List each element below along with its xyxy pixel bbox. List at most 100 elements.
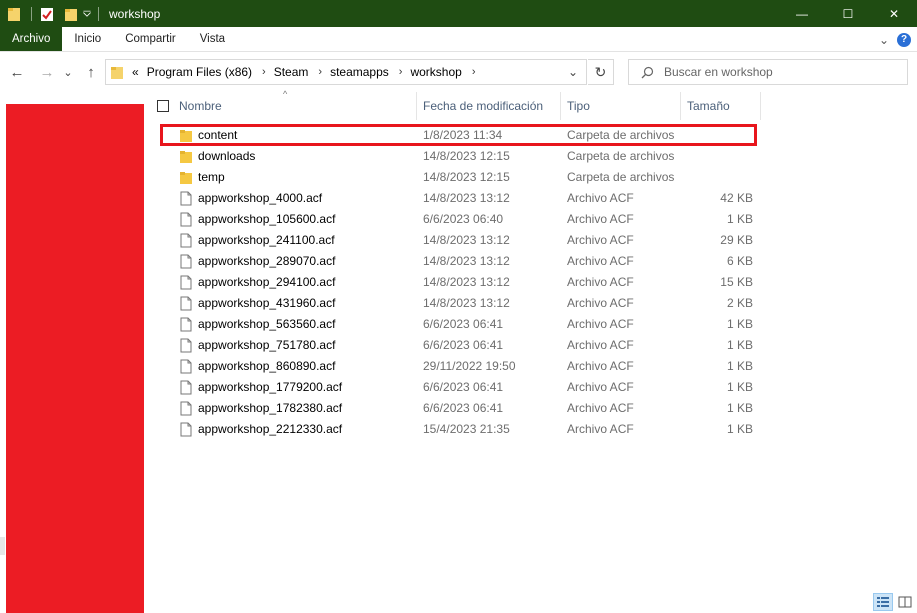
- customize-toolbar-dropdown-icon[interactable]: [82, 6, 92, 22]
- file-row[interactable]: appworkshop_563560.acf 6/6/2023 06:41 Arch…: [150, 314, 917, 335]
- back-button[interactable]: ←: [8, 62, 26, 82]
- address-dropdown-icon[interactable]: ⌄: [568, 65, 578, 79]
- up-arrow-icon: ↑: [87, 63, 95, 81]
- chevron-right-icon[interactable]: ›: [318, 66, 322, 78]
- file-date: 14/8/2023 13:12: [423, 233, 510, 247]
- refresh-button[interactable]: ↻: [588, 59, 614, 85]
- search-input[interactable]: [664, 65, 884, 79]
- file-size: 15 KB: [720, 275, 753, 289]
- column-header-date[interactable]: Fecha de modificación: [417, 92, 560, 120]
- forward-button[interactable]: →: [38, 62, 56, 82]
- file-size: 42 KB: [720, 191, 753, 205]
- breadcrumb-item[interactable]: steamapps ›: [330, 65, 402, 79]
- up-button[interactable]: ↑: [82, 62, 100, 82]
- ribbon-controls: ⌄ ?: [879, 27, 911, 52]
- breadcrumb-item[interactable]: Program Files (x86) ›: [147, 65, 266, 79]
- file-size: 29 KB: [720, 233, 753, 247]
- file-row[interactable]: appworkshop_751780.acf 6/6/2023 06:41 Arch…: [150, 335, 917, 356]
- breadcrumb-overflow[interactable]: «: [132, 65, 139, 79]
- details-view-button[interactable]: [873, 593, 893, 611]
- file-date: 29/11/2022 19:50: [423, 359, 516, 373]
- file-row[interactable]: appworkshop_2212330.acf 15/4/2023 21:35 Ar…: [150, 419, 917, 440]
- file-type: Archivo ACF: [567, 212, 634, 226]
- column-divider[interactable]: [760, 92, 761, 120]
- file-type: Archivo ACF: [567, 422, 634, 436]
- navigation-pane[interactable]: [0, 92, 150, 613]
- file-row[interactable]: appworkshop_241100.acf 14/8/2023 13:12 Arc…: [150, 230, 917, 251]
- column-header-row: ^ Nombre Fecha de modificación Tipo Tama…: [150, 89, 917, 120]
- address-bar[interactable]: « Program Files (x86) › Steam › steamapps ›…: [105, 59, 587, 85]
- file-type: Archivo ACF: [567, 233, 634, 247]
- redacted-region: [6, 104, 144, 613]
- folder-icon[interactable]: [7, 6, 21, 22]
- file-name: appworkshop_294100.acf: [198, 275, 336, 289]
- breadcrumb-label: steamapps: [330, 65, 389, 79]
- help-icon[interactable]: ?: [897, 32, 911, 47]
- back-arrow-icon: ←: [9, 63, 25, 81]
- file-name: content: [198, 128, 238, 142]
- file-type: Archivo ACF: [567, 254, 634, 268]
- file-row[interactable]: appworkshop_1779200.acf 6/6/2023 06:41 Arc…: [150, 377, 917, 398]
- breadcrumb-item[interactable]: Steam ›: [274, 65, 322, 79]
- window-controls: — ☐ ✕: [779, 0, 917, 27]
- file-icon: [180, 191, 192, 206]
- tab-compartir[interactable]: Compartir: [113, 27, 187, 51]
- file-type: Carpeta de archivos: [567, 149, 675, 163]
- file-type: Archivo ACF: [567, 359, 634, 373]
- new-folder-icon[interactable]: [64, 6, 78, 22]
- tab-archivo[interactable]: Archivo: [0, 27, 63, 51]
- file-type: Carpeta de archivos: [567, 170, 675, 184]
- close-button[interactable]: ✕: [871, 0, 917, 27]
- expand-ribbon-icon[interactable]: ⌄: [879, 33, 889, 47]
- window-title: workshop: [109, 6, 161, 21]
- column-header-name[interactable]: Nombre: [173, 92, 416, 120]
- file-row[interactable]: appworkshop_4000.acf 14/8/2023 13:12 Archi…: [150, 188, 917, 209]
- file-name: appworkshop_1779200.acf: [198, 380, 343, 394]
- file-row[interactable]: appworkshop_1782380.acf 6/6/2023 06:41 Arc…: [150, 398, 917, 419]
- file-date: 15/4/2023 21:35: [423, 422, 510, 436]
- select-all-checkbox[interactable]: [157, 100, 169, 112]
- properties-icon[interactable]: [40, 6, 54, 22]
- file-row[interactable]: temp 14/8/2023 12:15 Carpeta de archivos: [150, 167, 917, 188]
- chevron-right-icon[interactable]: ›: [262, 66, 266, 78]
- file-size: 1 KB: [726, 317, 753, 331]
- chevron-right-icon[interactable]: ›: [472, 66, 476, 78]
- folder-icon: [111, 66, 123, 79]
- title-bar: workshop — ☐ ✕: [0, 0, 917, 27]
- file-row[interactable]: appworkshop_431960.acf 14/8/2023 13:12 Arc…: [150, 293, 917, 314]
- file-row[interactable]: content 1/8/2023 11:34 Carpeta de archivos: [150, 125, 917, 146]
- file-list[interactable]: ^ Nombre Fecha de modificación Tipo Tama…: [150, 89, 917, 613]
- file-row[interactable]: downloads 14/8/2023 12:15 Carpeta de archi…: [150, 146, 917, 167]
- minimize-button[interactable]: —: [779, 0, 825, 27]
- file-type: Archivo ACF: [567, 338, 634, 352]
- recent-locations-button[interactable]: ⌄: [62, 62, 74, 82]
- file-size: 1 KB: [726, 422, 753, 436]
- chevron-right-icon[interactable]: ›: [399, 66, 403, 78]
- file-row[interactable]: appworkshop_294100.acf 14/8/2023 13:12 Arc…: [150, 272, 917, 293]
- overflow-icon: «: [132, 65, 139, 79]
- file-row[interactable]: appworkshop_860890.acf 29/11/2022 19:50 Ar…: [150, 356, 917, 377]
- file-date: 14/8/2023 12:15: [423, 170, 510, 184]
- file-date: 6/6/2023 06:41: [423, 380, 504, 394]
- breadcrumb-item[interactable]: workshop ›: [410, 65, 475, 79]
- file-rows: content 1/8/2023 11:34 Carpeta de archivos…: [150, 125, 917, 440]
- maximize-button[interactable]: ☐: [825, 0, 871, 27]
- scrollbar-thumb[interactable]: [0, 537, 5, 555]
- column-header-type[interactable]: Tipo: [561, 92, 680, 120]
- toolbar-divider: [31, 6, 32, 21]
- file-row[interactable]: appworkshop_289070.acf 14/8/2023 13:12 Arc…: [150, 251, 917, 272]
- column-header-size[interactable]: Tamaño: [681, 92, 760, 120]
- file-date: 6/6/2023 06:41: [423, 317, 504, 331]
- file-name: appworkshop_289070.acf: [198, 254, 336, 268]
- file-row[interactable]: appworkshop_105600.acf 6/6/2023 06:40 Arch…: [150, 209, 917, 230]
- file-type: Archivo ACF: [567, 191, 634, 205]
- file-date: 14/8/2023 13:12: [423, 275, 510, 289]
- file-icon: [180, 338, 192, 353]
- file-date: 1/8/2023 11:34: [423, 128, 503, 142]
- file-type: Archivo ACF: [567, 296, 634, 310]
- tab-vista[interactable]: Vista: [188, 27, 237, 51]
- search-box[interactable]: [628, 59, 908, 85]
- large-icons-view-button[interactable]: [895, 593, 915, 611]
- file-type: Archivo ACF: [567, 380, 634, 394]
- tab-inicio[interactable]: Inicio: [62, 27, 113, 51]
